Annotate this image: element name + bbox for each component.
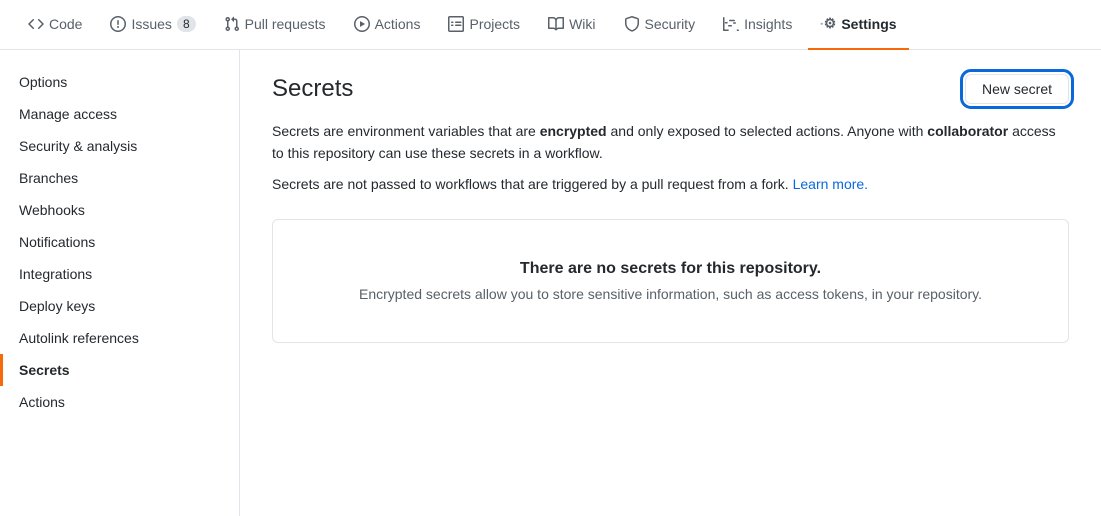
nav-issues-label: Issues: [131, 16, 171, 32]
nav-settings-label: Settings: [841, 16, 896, 32]
nav-security[interactable]: Security: [612, 0, 708, 50]
sidebar-item-manage-access[interactable]: Manage access: [0, 98, 239, 130]
issues-badge: 8: [177, 16, 196, 32]
nav-wiki[interactable]: Wiki: [536, 0, 607, 50]
actions-icon: [354, 16, 370, 32]
nav-settings[interactable]: ⚙ Settings: [808, 0, 908, 50]
insights-icon: [723, 16, 739, 32]
learn-more-link[interactable]: Learn more.: [793, 176, 868, 192]
sidebar-item-security-analysis[interactable]: Security & analysis: [0, 130, 239, 162]
nav-actions[interactable]: Actions: [342, 0, 433, 50]
page-layout: Options Manage access Security & analysi…: [0, 50, 1101, 516]
bold-encrypted: encrypted: [540, 123, 607, 139]
nav-security-label: Security: [645, 16, 696, 32]
empty-state-title: There are no secrets for this repository…: [297, 260, 1044, 278]
issues-icon: [110, 16, 126, 32]
bold-collaborator: collaborator: [927, 123, 1008, 139]
nav-insights-label: Insights: [744, 16, 792, 32]
nav-pullrequests[interactable]: Pull requests: [212, 0, 338, 50]
sidebar-item-autolink-references[interactable]: Autolink references: [0, 322, 239, 354]
nav-insights[interactable]: Insights: [711, 0, 804, 50]
description-line2: Secrets are not passed to workflows that…: [272, 173, 1069, 195]
top-navigation: Code Issues 8 Pull requests Actions: [0, 0, 1101, 50]
sidebar-item-integrations[interactable]: Integrations: [0, 258, 239, 290]
nav-issues[interactable]: Issues 8: [98, 0, 207, 50]
nav-code[interactable]: Code: [16, 0, 94, 50]
wiki-icon: [548, 16, 564, 32]
projects-icon: [448, 16, 464, 32]
nav-projects-label: Projects: [469, 16, 520, 32]
new-secret-button[interactable]: New secret: [965, 74, 1069, 104]
description-line1: Secrets are environment variables that a…: [272, 120, 1069, 165]
nav-pullrequests-label: Pull requests: [245, 16, 326, 32]
nav-projects[interactable]: Projects: [436, 0, 532, 50]
sidebar-item-branches[interactable]: Branches: [0, 162, 239, 194]
nav-code-label: Code: [49, 16, 82, 32]
sidebar-item-notifications[interactable]: Notifications: [0, 226, 239, 258]
pullrequest-icon: [224, 16, 240, 32]
sidebar: Options Manage access Security & analysi…: [0, 50, 240, 516]
nav-actions-label: Actions: [375, 16, 421, 32]
sidebar-item-secrets[interactable]: Secrets: [0, 354, 239, 386]
settings-icon: ⚙: [820, 16, 836, 32]
sidebar-item-webhooks[interactable]: Webhooks: [0, 194, 239, 226]
nav-wiki-label: Wiki: [569, 16, 595, 32]
main-content: Secrets New secret Secrets are environme…: [240, 50, 1101, 516]
security-icon: [624, 16, 640, 32]
page-title: Secrets: [272, 75, 353, 103]
code-icon: [28, 16, 44, 32]
empty-state-box: There are no secrets for this repository…: [272, 219, 1069, 343]
sidebar-item-actions[interactable]: Actions: [0, 386, 239, 418]
sidebar-item-options[interactable]: Options: [0, 66, 239, 98]
page-header: Secrets New secret: [272, 74, 1069, 104]
empty-state-description: Encrypted secrets allow you to store sen…: [297, 286, 1044, 302]
sidebar-item-deploy-keys[interactable]: Deploy keys: [0, 290, 239, 322]
